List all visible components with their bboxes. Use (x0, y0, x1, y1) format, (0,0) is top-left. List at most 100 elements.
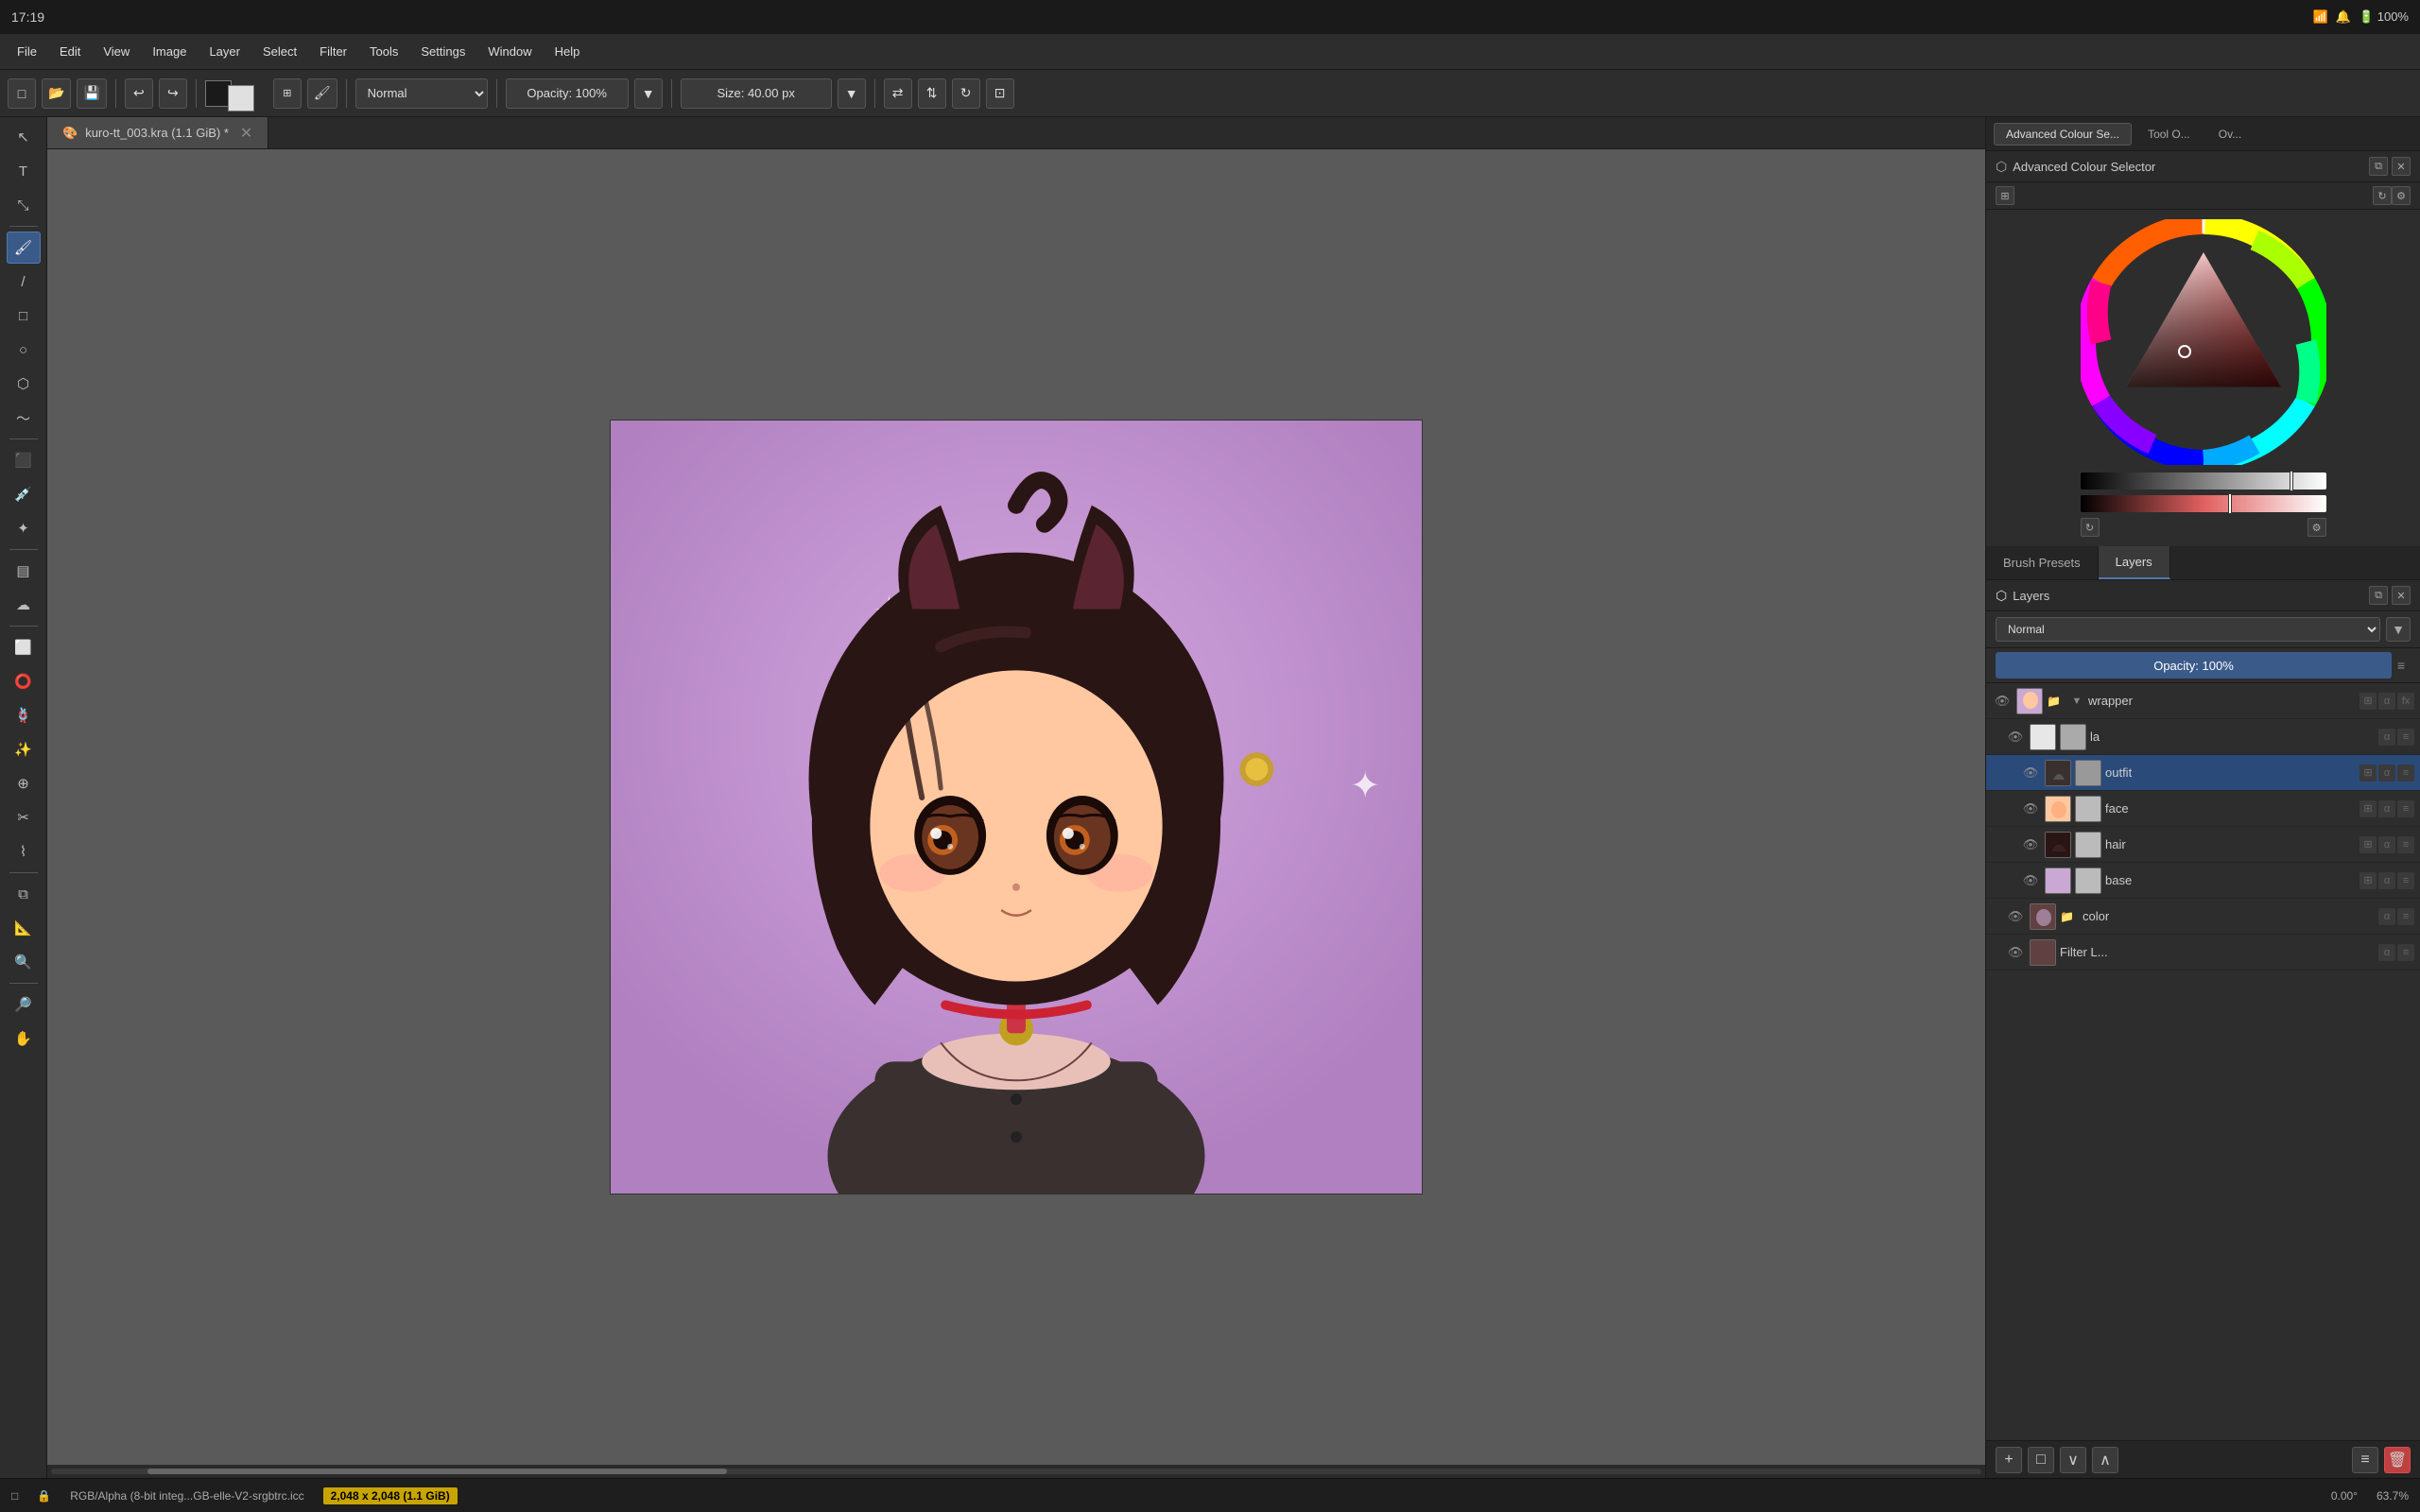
rotate-button[interactable]: ↻ (952, 78, 980, 109)
hscroll-thumb[interactable] (147, 1469, 727, 1474)
line-tool[interactable]: / (7, 266, 41, 298)
bezier-tool[interactable]: ✂ (7, 801, 41, 833)
size-arrow-button[interactable]: ▼ (838, 78, 866, 109)
layer-outfit-action-3[interactable]: ≡ (2397, 765, 2414, 782)
tab-advanced-colour[interactable]: Advanced Colour Se... (1994, 123, 2132, 146)
open-button[interactable]: 📂 (42, 78, 71, 109)
layer-la-action-2[interactable]: ≡ (2397, 729, 2414, 746)
layer-outfit-action-2[interactable]: α (2378, 765, 2395, 782)
brush-presets-tab[interactable]: Brush Presets (1986, 546, 2099, 579)
save-button[interactable]: 💾 (77, 78, 106, 109)
colour-toolbar-settings-btn[interactable]: ⚙ (2392, 186, 2411, 205)
layer-base-action-3[interactable]: ≡ (2397, 872, 2414, 889)
background-color-swatch[interactable] (228, 85, 254, 112)
gradient-tool[interactable]: ▤ (7, 555, 41, 587)
layer-row-wrapper[interactable]: 👁 📁 ▼ wrapper ⊞ α fx (1986, 683, 2420, 719)
opacity-arrow-button[interactable]: ▼ (634, 78, 663, 109)
move-down-btn[interactable]: ∨ (2060, 1447, 2086, 1473)
colour-toolbar-refresh-btn[interactable]: ↻ (2373, 186, 2392, 205)
fill-tool[interactable]: ⬛ (7, 444, 41, 476)
layer-face-action-2[interactable]: α (2378, 800, 2395, 817)
ellipse-tool[interactable]: ○ (7, 334, 41, 366)
layer-menu-btn[interactable]: ≡ (2352, 1447, 2378, 1473)
gradient-bar-thumb[interactable] (2290, 471, 2293, 491)
layer-row-outfit[interactable]: 👁 outfit ⊞ α ≡ (1986, 755, 2420, 791)
layer-color-action-2[interactable]: ≡ (2397, 908, 2414, 925)
move-up-btn[interactable]: ∧ (2092, 1447, 2118, 1473)
layer-row-face[interactable]: 👁 face ⊞ α ≡ (1986, 791, 2420, 827)
redo-button[interactable]: ↪ (159, 78, 187, 109)
layer-row-hair[interactable]: 👁 hair ⊞ α ≡ (1986, 827, 2420, 863)
canvas-hscroll[interactable] (47, 1465, 1985, 1478)
freehand-sel-tool[interactable]: ⌇ (7, 835, 41, 868)
layer-vis-wrapper[interactable]: 👁 (1992, 691, 2013, 712)
menu-file[interactable]: File (8, 41, 46, 62)
layer-expand-wrapper[interactable]: ▼ (2069, 694, 2084, 709)
text-tool[interactable]: T (7, 155, 41, 187)
layer-base-action-2[interactable]: α (2378, 872, 2395, 889)
reset-button[interactable]: ⊡ (986, 78, 1014, 109)
layer-color-action-1[interactable]: α (2378, 908, 2395, 925)
menu-filter[interactable]: Filter (310, 41, 356, 62)
layer-row-base[interactable]: 👁 base ⊞ α ≡ (1986, 863, 2420, 899)
rect-tool[interactable]: □ (7, 300, 41, 332)
new-doc-button[interactable]: □ (8, 78, 36, 109)
layers-filter-btn[interactable]: ▼ (2386, 617, 2411, 642)
smudge-tool[interactable]: ☁ (7, 589, 41, 621)
layer-vis-outfit[interactable]: 👁 (2020, 763, 2041, 783)
undo-button[interactable]: ↩ (125, 78, 153, 109)
layer-face-action-1[interactable]: ⊞ (2360, 800, 2377, 817)
layer-vis-face[interactable]: 👁 (2020, 799, 2041, 819)
colour-panel-detach-btn[interactable]: ⧉ (2369, 157, 2388, 176)
mirror-h-button[interactable]: ⇄ (884, 78, 912, 109)
add-layer-btn[interactable]: + (1996, 1447, 2022, 1473)
layer-hair-action-1[interactable]: ⊞ (2360, 836, 2377, 853)
layer-face-action-3[interactable]: ≡ (2397, 800, 2414, 817)
layer-vis-la[interactable]: 👁 (2005, 727, 2026, 747)
brush-tool[interactable]: 🖌 (7, 232, 41, 264)
brush-icon-button[interactable]: 🖌 (307, 78, 337, 109)
crop-tool[interactable]: ⤡ (7, 189, 41, 221)
layer-vis-hair[interactable]: 👁 (2020, 834, 2041, 855)
layer-hair-action-2[interactable]: α (2378, 836, 2395, 853)
blend-mode-select[interactable]: Normal (355, 78, 488, 109)
colour-wheel-svg[interactable] (2081, 219, 2326, 465)
polygon-tool[interactable]: ⬡ (7, 368, 41, 400)
menu-settings[interactable]: Settings (411, 41, 475, 62)
menu-window[interactable]: Window (478, 41, 541, 62)
select-rect-tool[interactable]: ⬜ (7, 631, 41, 663)
layer-filter-action-1[interactable]: α (2378, 944, 2395, 961)
colour-refresh-btn[interactable]: ↻ (2081, 518, 2100, 537)
color-settings-button[interactable]: ⊞ (273, 78, 302, 109)
select-lasso-tool[interactable]: 🪢 (7, 699, 41, 731)
layer-action-1[interactable]: ⊞ (2360, 693, 2377, 710)
tab-tool-options[interactable]: Tool O... (2135, 123, 2203, 146)
tab-overview[interactable]: Ov... (2206, 123, 2254, 146)
canvas-tab-close[interactable]: ✕ (240, 124, 252, 143)
canvas-viewport[interactable]: ✦ ✦ ✦ (47, 149, 1985, 1465)
layer-action-2[interactable]: α (2378, 693, 2395, 710)
layer-row-filter[interactable]: 👁 Filter L... α ≡ (1986, 935, 2420, 971)
menu-help[interactable]: Help (545, 41, 590, 62)
layer-la-action-1[interactable]: α (2378, 729, 2395, 746)
gradient-bar-color-thumb[interactable] (2228, 493, 2232, 514)
layers-blend-mode-select[interactable]: Normal (1996, 617, 2380, 642)
layers-panel-detach-btn[interactable]: ⧉ (2369, 586, 2388, 605)
opacity-display[interactable]: Opacity: 100% (506, 78, 629, 109)
menu-view[interactable]: View (94, 41, 139, 62)
layer-filter-action-2[interactable]: ≡ (2397, 944, 2414, 961)
layer-vis-color[interactable]: 👁 (2005, 906, 2026, 927)
layer-action-3[interactable]: fx (2397, 693, 2414, 710)
layers-panel-close-btn[interactable]: ✕ (2392, 586, 2411, 605)
menu-edit[interactable]: Edit (50, 41, 90, 62)
layer-vis-base[interactable]: 👁 (2020, 870, 2041, 891)
hscroll-track[interactable] (51, 1469, 1981, 1474)
menu-select[interactable]: Select (253, 41, 306, 62)
menu-image[interactable]: Image (143, 41, 196, 62)
colour-panel-close-btn[interactable]: ✕ (2392, 157, 2411, 176)
layer-row-la[interactable]: 👁 la α ≡ (1986, 719, 2420, 755)
eyedropper-tool[interactable]: 💉 (7, 478, 41, 510)
add-group-btn[interactable]: □ (2028, 1447, 2054, 1473)
gradient-bar-value[interactable] (2081, 472, 2326, 490)
mirror-v-button[interactable]: ⇅ (918, 78, 946, 109)
